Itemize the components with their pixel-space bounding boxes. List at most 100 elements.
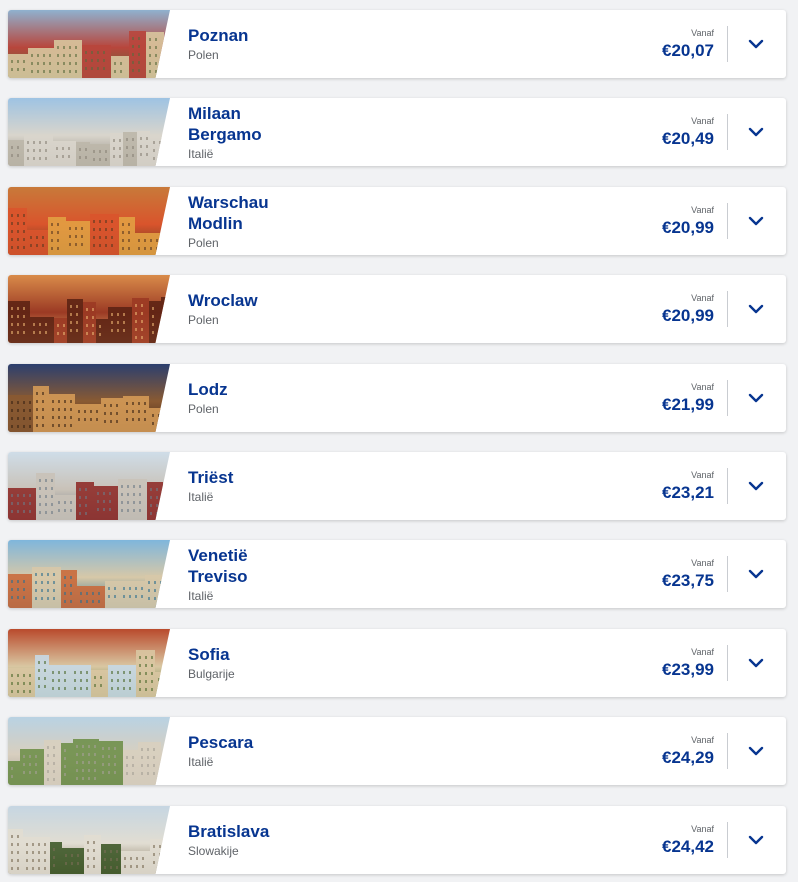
destination-names: Sofia Bulgarije bbox=[188, 629, 235, 697]
price: €21,99 bbox=[662, 394, 714, 414]
chevron-down-icon[interactable] bbox=[746, 564, 766, 584]
price: €20,49 bbox=[662, 128, 714, 148]
destination-card[interactable]: Wroclaw Polen Vanaf €20,99 bbox=[8, 275, 786, 343]
city-name: Bratislava bbox=[188, 822, 270, 841]
destination-card[interactable]: Pescara Italië Vanaf €24,29 bbox=[8, 717, 786, 785]
divider bbox=[727, 380, 728, 416]
price-box: Vanaf €23,21 bbox=[662, 452, 714, 520]
chevron-down-icon[interactable] bbox=[746, 122, 766, 142]
destination-names: Warschau Modlin Polen bbox=[188, 187, 269, 255]
city-name: Milaan bbox=[188, 103, 241, 123]
price-box: Vanaf €21,99 bbox=[662, 364, 714, 432]
city-name: Sofia bbox=[188, 645, 230, 664]
city-name: Venetië bbox=[188, 545, 248, 565]
country-name: Italië bbox=[188, 755, 214, 769]
price: €20,99 bbox=[662, 217, 714, 237]
city-name: Warschau bbox=[188, 192, 269, 212]
price-box: Vanaf €23,75 bbox=[662, 540, 714, 608]
destination-card[interactable]: Poznan Polen Vanaf €20,07 bbox=[8, 10, 786, 78]
from-label: Vanaf bbox=[691, 204, 714, 215]
price-box: Vanaf €24,42 bbox=[662, 806, 714, 874]
destination-card[interactable]: Bratislava Slowakije Vanaf €24,42 bbox=[8, 806, 786, 874]
destination-names: Poznan Polen bbox=[188, 10, 248, 78]
price: €20,07 bbox=[662, 40, 714, 60]
price: €24,29 bbox=[662, 747, 714, 767]
city-photo bbox=[8, 540, 170, 608]
destination-names: Pescara Italië bbox=[188, 717, 253, 785]
chevron-down-icon[interactable] bbox=[746, 476, 766, 496]
from-label: Vanaf bbox=[691, 823, 714, 834]
divider bbox=[727, 822, 728, 858]
price-box: Vanaf €24,29 bbox=[662, 717, 714, 785]
city-name: Modlin bbox=[188, 213, 243, 233]
city-photo bbox=[8, 452, 170, 520]
city-photo bbox=[8, 717, 170, 785]
country-name: Slowakije bbox=[188, 844, 239, 858]
country-name: Polen bbox=[188, 313, 219, 327]
divider bbox=[727, 203, 728, 239]
destination-names: Triëst Italië bbox=[188, 452, 233, 520]
price: €24,42 bbox=[662, 836, 714, 856]
destination-names: Lodz Polen bbox=[188, 364, 228, 432]
from-label: Vanaf bbox=[691, 469, 714, 480]
destination-card[interactable]: Lodz Polen Vanaf €21,99 bbox=[8, 364, 786, 432]
from-label: Vanaf bbox=[691, 115, 714, 126]
chevron-down-icon[interactable] bbox=[746, 388, 766, 408]
country-name: Italië bbox=[188, 146, 214, 161]
price-box: Vanaf €20,99 bbox=[662, 275, 714, 343]
destination-names: Wroclaw Polen bbox=[188, 275, 258, 343]
chevron-down-icon[interactable] bbox=[746, 653, 766, 673]
country-name: Bulgarije bbox=[188, 667, 235, 681]
chevron-down-icon[interactable] bbox=[746, 741, 766, 761]
destination-names: Venetië Treviso Italië bbox=[188, 540, 248, 608]
price-box: Vanaf €23,99 bbox=[662, 629, 714, 697]
destination-names: Bratislava Slowakije bbox=[188, 806, 269, 874]
chevron-down-icon[interactable] bbox=[746, 211, 766, 231]
divider bbox=[727, 26, 728, 62]
country-name: Polen bbox=[188, 235, 219, 250]
destination-card[interactable]: Milaan Bergamo Italië Vanaf €20,49 bbox=[8, 98, 786, 166]
price: €23,99 bbox=[662, 659, 714, 679]
from-label: Vanaf bbox=[691, 292, 714, 303]
destination-card[interactable]: Sofia Bulgarije Vanaf €23,99 bbox=[8, 629, 786, 697]
city-photo bbox=[8, 275, 170, 343]
city-name: Treviso bbox=[188, 566, 248, 586]
city-photo bbox=[8, 98, 170, 166]
city-photo bbox=[8, 187, 170, 255]
divider bbox=[727, 114, 728, 150]
from-label: Vanaf bbox=[691, 557, 714, 568]
destination-card[interactable]: Triëst Italië Vanaf €23,21 bbox=[8, 452, 786, 520]
chevron-down-icon[interactable] bbox=[746, 34, 766, 54]
price: €23,75 bbox=[662, 570, 714, 590]
divider bbox=[727, 468, 728, 504]
price: €20,99 bbox=[662, 305, 714, 325]
city-photo bbox=[8, 10, 170, 78]
chevron-down-icon[interactable] bbox=[746, 830, 766, 850]
city-name: Lodz bbox=[188, 380, 228, 399]
country-name: Polen bbox=[188, 402, 219, 416]
destination-card[interactable]: Warschau Modlin Polen Vanaf €20,99 bbox=[8, 187, 786, 255]
chevron-down-icon[interactable] bbox=[746, 299, 766, 319]
price-box: Vanaf €20,49 bbox=[662, 98, 714, 166]
city-name: Poznan bbox=[188, 26, 249, 45]
city-name: Pescara bbox=[188, 733, 254, 752]
divider bbox=[727, 291, 728, 327]
divider bbox=[727, 645, 728, 681]
from-label: Vanaf bbox=[691, 381, 714, 392]
from-label: Vanaf bbox=[691, 646, 714, 657]
city-name: Triëst bbox=[188, 468, 234, 487]
divider bbox=[727, 733, 728, 769]
city-photo bbox=[8, 364, 170, 432]
divider bbox=[727, 556, 728, 592]
city-photo bbox=[8, 629, 170, 697]
city-photo bbox=[8, 806, 170, 874]
price-box: Vanaf €20,99 bbox=[662, 187, 714, 255]
from-label: Vanaf bbox=[691, 734, 714, 745]
city-name: Wroclaw bbox=[188, 291, 258, 310]
destination-card[interactable]: Venetië Treviso Italië Vanaf €23,75 bbox=[8, 540, 786, 608]
destination-names: Milaan Bergamo Italië bbox=[188, 98, 262, 166]
price-box: Vanaf €20,07 bbox=[662, 10, 714, 78]
price: €23,21 bbox=[662, 482, 714, 502]
country-name: Polen bbox=[188, 48, 219, 62]
city-name: Bergamo bbox=[188, 124, 262, 144]
